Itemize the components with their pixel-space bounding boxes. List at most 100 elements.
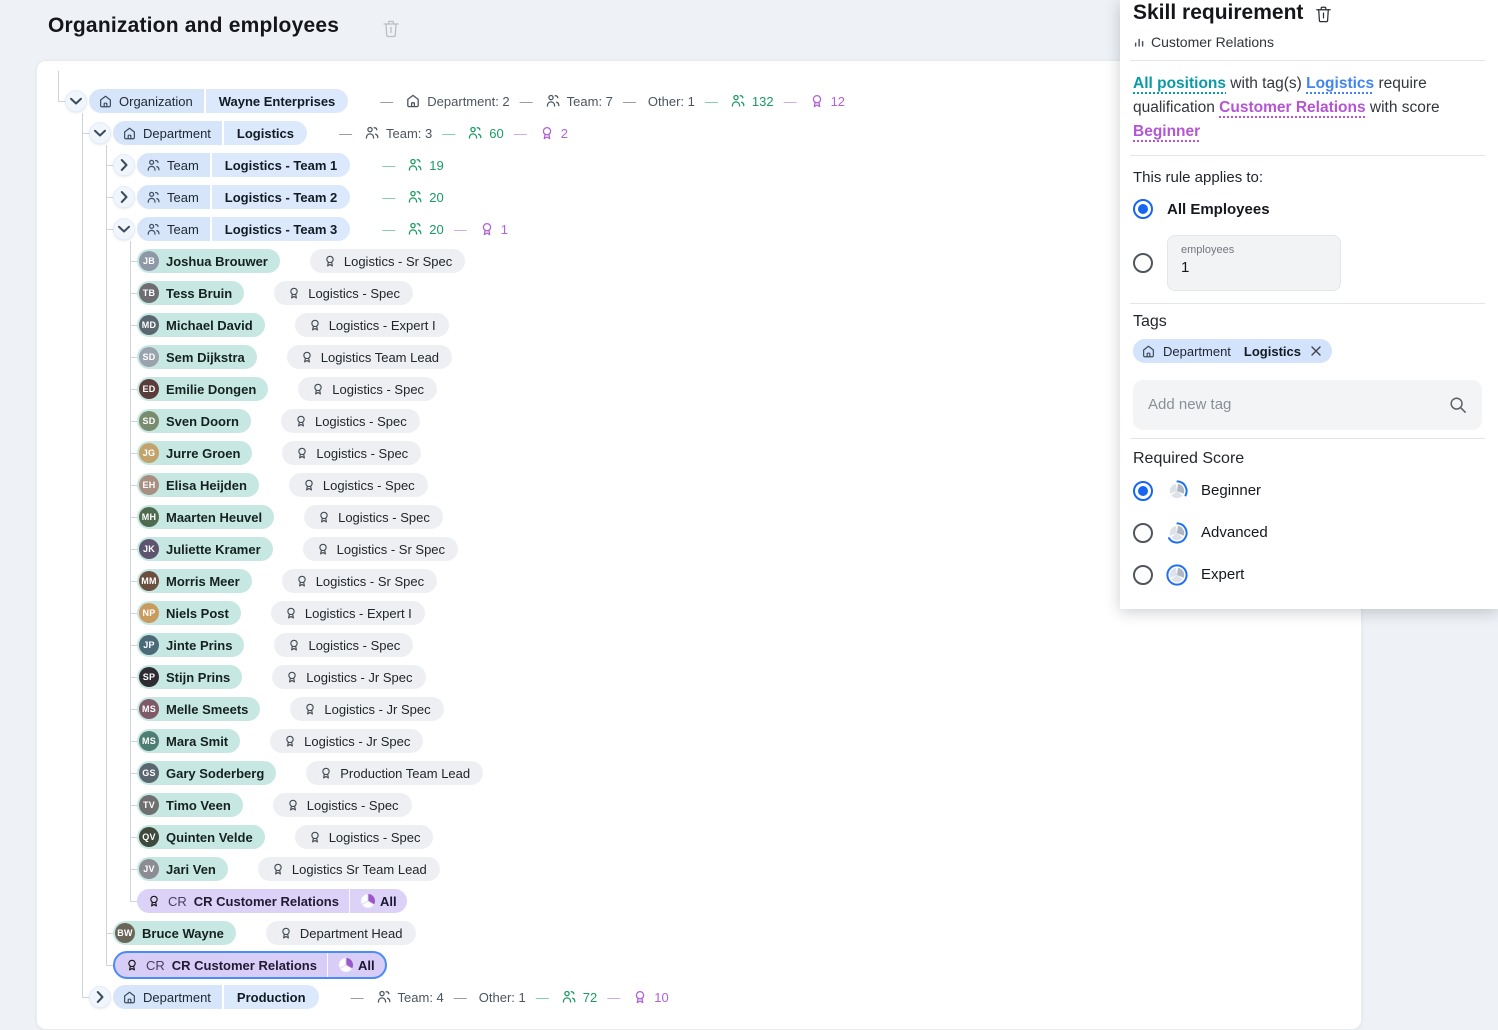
position-pill[interactable]: Logistics - Jr Spec <box>270 729 423 753</box>
position-pill[interactable]: Logistics - Spec <box>289 473 428 497</box>
employee-row[interactable]: GSGary Soderberg Production Team Lead <box>137 761 483 785</box>
employee-row[interactable]: MHMaarten Heuvel Logistics - Spec <box>137 505 443 529</box>
employee-pill[interactable]: MDMichael David <box>137 313 265 337</box>
employee-row[interactable]: JPJinte Prins Logistics - Spec <box>137 633 413 657</box>
employee-row[interactable]: MSMara Smit Logistics - Jr Spec <box>137 729 423 753</box>
tag-chip-department-logistics[interactable]: Department Logistics <box>1133 339 1332 363</box>
position-pill[interactable]: Logistics - Spec <box>281 409 420 433</box>
group-pill[interactable]: OrganizationWayne Enterprises <box>89 89 348 113</box>
skill-pill[interactable]: CRCR Customer RelationsAll <box>137 889 407 913</box>
group-pill[interactable]: DepartmentProduction <box>113 985 319 1009</box>
radio-unselected[interactable] <box>1133 565 1153 585</box>
chevron-right-icon[interactable] <box>89 986 111 1008</box>
employee-pill[interactable]: JBJoshua Brouwer <box>137 249 280 273</box>
employee-pill[interactable]: NPNiels Post <box>137 601 241 625</box>
position-pill[interactable]: Department Head <box>266 921 416 945</box>
position-pill[interactable]: Logistics - Spec <box>274 281 413 305</box>
employee-row[interactable]: TVTimo Veen Logistics - Spec <box>137 793 412 817</box>
tree-row-department[interactable]: DepartmentProduction—Team: 4—Other: 1—72… <box>89 985 669 1009</box>
trash-icon[interactable] <box>380 18 402 40</box>
employee-row[interactable]: EDEmilie DongenLogistics - Spec <box>137 377 437 401</box>
employee-row[interactable]: JVJari Ven Logistics Sr Team Lead <box>137 857 440 881</box>
employee-row[interactable]: JBJoshua Brouwer Logistics - Sr Spec <box>137 249 465 273</box>
score-option-expert[interactable]: Expert <box>1133 564 1482 586</box>
positions-link[interactable]: All positions <box>1133 75 1226 92</box>
score-option-advanced[interactable]: Advanced <box>1133 522 1482 544</box>
employee-pill[interactable]: MSMelle Smeets <box>137 697 260 721</box>
position-pill[interactable]: Logistics - Expert I <box>271 601 425 625</box>
employee-pill[interactable]: BWBruce Wayne <box>113 921 236 945</box>
employee-pill[interactable]: JGJurre Groen <box>137 441 252 465</box>
tree-row-team[interactable]: TeamLogistics - Team 1—19 <box>113 153 444 177</box>
employee-pill[interactable]: TBTess Bruin <box>137 281 244 305</box>
employee-row[interactable]: MSMelle Smeets Logistics - Jr Spec <box>137 697 444 721</box>
group-pill[interactable]: TeamLogistics - Team 3 <box>137 217 350 241</box>
radio-selected[interactable] <box>1133 199 1153 219</box>
employee-pill[interactable]: MSMara Smit <box>137 729 240 753</box>
position-pill[interactable]: Logistics - Spec <box>274 633 413 657</box>
position-pill[interactable]: Logistics - Spec <box>304 505 443 529</box>
employee-row[interactable]: MDMichael DavidLogistics - Expert I <box>137 313 449 337</box>
employee-row[interactable]: SDSem Dijkstra Logistics Team Lead <box>137 345 452 369</box>
group-pill[interactable]: TeamLogistics - Team 1 <box>137 153 350 177</box>
employee-row[interactable]: BWBruce Wayne Department Head <box>113 921 416 945</box>
position-pill[interactable]: Logistics - Jr Spec <box>290 697 443 721</box>
chevron-right-icon[interactable] <box>113 186 135 208</box>
employee-row[interactable]: SDSven Doorn Logistics - Spec <box>137 409 420 433</box>
radio-unselected[interactable] <box>1133 523 1153 543</box>
employee-pill[interactable]: JVJari Ven <box>137 857 228 881</box>
employee-pill[interactable]: TVTimo Veen <box>137 793 243 817</box>
position-pill[interactable]: Logistics - Sr Spec <box>310 249 465 273</box>
skill-requirement-row[interactable]: CRCR Customer RelationsAll <box>137 889 407 913</box>
employee-pill[interactable]: GSGary Soderberg <box>137 761 276 785</box>
employee-row[interactable]: EHElisa Heijden Logistics - Spec <box>137 473 428 497</box>
employee-pill[interactable]: SDSem Dijkstra <box>137 345 257 369</box>
position-pill[interactable]: Logistics - Spec <box>295 825 434 849</box>
employee-row[interactable]: JGJurre Groen Logistics - Spec <box>137 441 421 465</box>
employee-row[interactable]: SPStijn Prins Logistics - Jr Spec <box>137 665 426 689</box>
employee-count-option[interactable]: employees 1 <box>1133 235 1482 291</box>
tree-row-team[interactable]: TeamLogistics - Team 3—20—1 <box>113 217 508 241</box>
chevron-right-icon[interactable] <box>113 154 135 176</box>
radio-selected[interactable] <box>1133 481 1153 501</box>
employee-pill[interactable]: QVQuinten Velde <box>137 825 265 849</box>
employee-pill[interactable]: SPStijn Prins <box>137 665 242 689</box>
tree-row-team[interactable]: TeamLogistics - Team 2—20 <box>113 185 444 209</box>
employee-row[interactable]: TBTess Bruin Logistics - Spec <box>137 281 413 305</box>
score-option-beginner[interactable]: Beginner <box>1133 480 1482 502</box>
score-link[interactable]: Beginner <box>1133 123 1200 140</box>
position-pill[interactable]: Logistics Sr Team Lead <box>258 857 440 881</box>
position-pill[interactable]: Logistics - Sr Spec <box>282 569 437 593</box>
skill-requirement-row[interactable]: CRCR Customer RelationsAll <box>113 953 387 977</box>
chevron-down-icon[interactable] <box>65 90 87 112</box>
employee-row[interactable]: QVQuinten Velde Logistics - Spec <box>137 825 433 849</box>
position-pill[interactable]: Logistics - Spec <box>273 793 412 817</box>
tree-row-department[interactable]: DepartmentLogistics—Team: 3—60—2 <box>89 121 568 145</box>
employee-pill[interactable]: EHElisa Heijden <box>137 473 259 497</box>
all-employees-option[interactable]: All Employees <box>1133 199 1482 219</box>
radio-unselected[interactable] <box>1133 253 1153 273</box>
search-icon[interactable] <box>1448 395 1468 415</box>
trash-icon[interactable] <box>1313 4 1334 25</box>
position-pill[interactable]: Logistics - Sr Spec <box>303 537 458 561</box>
position-pill[interactable]: Logistics - Jr Spec <box>272 665 425 689</box>
qualification-link[interactable]: Customer Relations <box>1219 99 1365 116</box>
employee-pill[interactable]: EDEmilie Dongen <box>137 377 268 401</box>
position-pill[interactable]: Logistics - Spec <box>282 441 421 465</box>
chevron-down-icon[interactable] <box>89 122 111 144</box>
close-icon[interactable] <box>1308 343 1324 359</box>
group-pill[interactable]: TeamLogistics - Team 2 <box>137 185 350 209</box>
employee-pill[interactable]: SDSven Doorn <box>137 409 251 433</box>
tree-row-organization[interactable]: OrganizationWayne Enterprises—Department… <box>65 89 845 113</box>
employee-row[interactable]: JKJuliette Kramer Logistics - Sr Spec <box>137 537 458 561</box>
employee-pill[interactable]: JKJuliette Kramer <box>137 537 273 561</box>
employee-row[interactable]: MMMorris MeerLogistics - Sr Spec <box>137 569 437 593</box>
employee-row[interactable]: NPNiels Post Logistics - Expert I <box>137 601 425 625</box>
employee-pill[interactable]: JPJinte Prins <box>137 633 244 657</box>
employees-count-field[interactable]: employees 1 <box>1167 235 1341 291</box>
position-pill[interactable]: Logistics Team Lead <box>287 345 452 369</box>
chevron-down-icon[interactable] <box>113 218 135 240</box>
group-pill[interactable]: DepartmentLogistics <box>113 121 307 145</box>
employee-pill[interactable]: MHMaarten Heuvel <box>137 505 274 529</box>
position-pill[interactable]: Production Team Lead <box>306 761 483 785</box>
